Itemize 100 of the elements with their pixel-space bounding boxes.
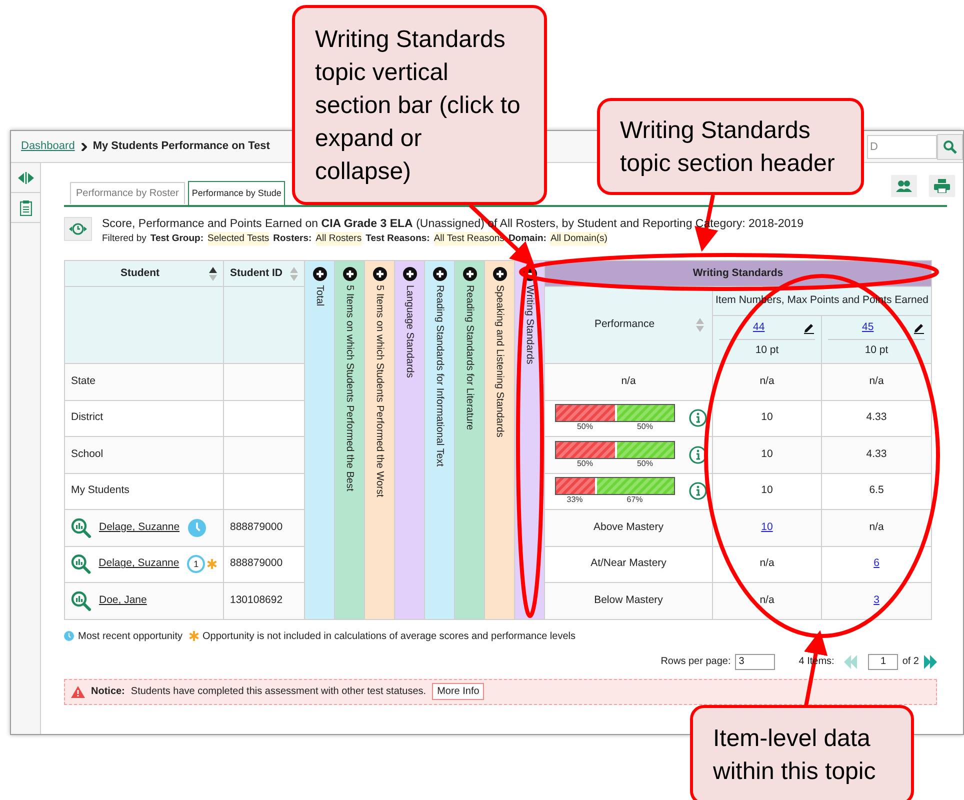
item-number-link[interactable]: 45 bbox=[862, 320, 874, 336]
expand-icon[interactable] bbox=[432, 267, 446, 281]
points-earned: n/a bbox=[869, 520, 884, 533]
search-icon bbox=[943, 140, 957, 154]
topic-column[interactable]: 5 Items on which Students Performed the Worst bbox=[364, 260, 394, 619]
clock-arrows-icon bbox=[69, 222, 87, 236]
topic-column[interactable]: Total bbox=[304, 260, 334, 619]
points-earned: 10 bbox=[761, 448, 773, 460]
asterisk-icon bbox=[207, 559, 217, 570]
points-earned: 10 bbox=[761, 484, 773, 496]
topic-label: 5 Items on which Students Performed the Best bbox=[343, 285, 356, 492]
filter-label: Rosters: bbox=[273, 232, 312, 246]
next-page-icon[interactable] bbox=[923, 654, 937, 668]
max-points: 10 pt bbox=[864, 343, 890, 358]
report-tab[interactable]: Performance by Stude bbox=[188, 181, 286, 205]
breadcrumb-current: My Students Performance on Test bbox=[92, 139, 270, 154]
more-info-button[interactable]: More Info bbox=[432, 683, 484, 700]
callout-text: Item-level data within this topic bbox=[713, 724, 877, 787]
percent-label: 33% bbox=[566, 495, 583, 506]
page-field[interactable]: 1 bbox=[868, 654, 898, 670]
filter-value: All Domain(s) bbox=[550, 232, 608, 246]
percent-label: 50% bbox=[636, 422, 653, 432]
expand-icon[interactable] bbox=[402, 267, 416, 281]
page-total: of 2 bbox=[902, 655, 919, 669]
filter-label: Test Group: bbox=[150, 232, 204, 246]
rows-per-page-field[interactable]: 3 bbox=[734, 654, 775, 670]
people-icon bbox=[896, 180, 912, 192]
callout-text: Writing Standards topic vertical section bar (click to expand or collapse) bbox=[315, 24, 522, 186]
student-link[interactable]: Delage, Suzanne bbox=[98, 556, 180, 572]
topic-label: Speaking and Listening Standards bbox=[493, 285, 506, 438]
performance-cell: Below Mastery bbox=[544, 582, 712, 619]
topic-label: Language Standards bbox=[403, 285, 416, 378]
notice-label: Notice: bbox=[91, 685, 125, 699]
percent-label: 67% bbox=[626, 495, 643, 506]
chevron-icon bbox=[80, 142, 87, 150]
column-header[interactable]: Student ID bbox=[224, 260, 304, 286]
sort-icon[interactable] bbox=[209, 266, 217, 280]
item-number-link[interactable]: 44 bbox=[753, 320, 765, 336]
expand-icon[interactable] bbox=[312, 267, 326, 281]
student-link[interactable]: Doe, Jane bbox=[99, 592, 147, 609]
row-label: State bbox=[64, 364, 224, 400]
asterisk-icon bbox=[188, 631, 198, 641]
percent-label: 50% bbox=[636, 458, 653, 469]
rows-per-page-label: Rows per page: bbox=[660, 655, 731, 669]
info-icon[interactable] bbox=[689, 482, 707, 500]
filter-value: All Test Reasons bbox=[434, 232, 504, 246]
points-earned: 4.33 bbox=[866, 411, 887, 424]
roster-button[interactable] bbox=[891, 175, 917, 197]
points-earned: n/a bbox=[760, 557, 774, 570]
clipboard-icon bbox=[20, 200, 32, 216]
topic-column[interactable]: Speaking and Listening Standards bbox=[484, 260, 514, 619]
expand-icon[interactable] bbox=[492, 267, 506, 281]
pencil-icon[interactable] bbox=[803, 322, 815, 334]
expand-icon[interactable] bbox=[372, 267, 386, 281]
row-label: School bbox=[64, 436, 224, 473]
expand-icon[interactable] bbox=[342, 267, 356, 281]
topic-column[interactable]: Reading Standards for Informational Text bbox=[424, 260, 454, 619]
topic-label: Total bbox=[313, 285, 326, 306]
topic-label: Reading Standards for Informational Text bbox=[433, 285, 446, 467]
pencil-icon[interactable] bbox=[913, 322, 926, 334]
points-earned: n/a bbox=[760, 594, 774, 606]
filter-prefix: Filtered by bbox=[102, 232, 146, 246]
breadcrumb-link[interactable]: Dashboard bbox=[21, 138, 75, 155]
warning-icon bbox=[71, 686, 85, 698]
magnifier-chart-icon[interactable] bbox=[71, 590, 91, 611]
points-link[interactable]: 3 bbox=[874, 594, 880, 606]
topic-column[interactable]: 5 Items on which Students Performed the Best bbox=[334, 260, 364, 619]
topic-label: Reading Standards for Literature bbox=[463, 285, 476, 430]
filter-value: Selected Tests bbox=[208, 232, 270, 246]
notice-text: Students have completed this assessment with other test statuses. bbox=[130, 685, 426, 699]
clock-icon bbox=[64, 631, 74, 641]
percent-label: 50% bbox=[576, 458, 593, 469]
legend-text: Opportunity is not included in calculations of average scores and performance levels bbox=[202, 630, 576, 644]
callout-text: Writing Standards topic section header bbox=[620, 116, 836, 178]
magnifier-chart-icon[interactable] bbox=[71, 554, 91, 574]
expand-icon[interactable] bbox=[462, 267, 476, 281]
report-tab[interactable]: Performance by Roster bbox=[70, 182, 185, 204]
topic-column[interactable]: Language Standards bbox=[394, 260, 424, 619]
points-earned: 4.33 bbox=[866, 448, 887, 460]
split-arrows-icon bbox=[18, 172, 34, 184]
filter-label: Test Reasons: bbox=[366, 232, 430, 246]
info-icon[interactable] bbox=[689, 409, 707, 428]
points-link[interactable]: 6 bbox=[874, 557, 880, 570]
filter-value: All Rosters bbox=[316, 232, 362, 246]
percent-label: 50% bbox=[576, 422, 593, 432]
search-button[interactable] bbox=[937, 134, 963, 160]
column-header[interactable]: Student bbox=[64, 260, 224, 286]
points-link[interactable]: 10 bbox=[761, 520, 773, 533]
magnifier-chart-icon[interactable] bbox=[71, 518, 91, 538]
topic-label: 5 Items on which Students Performed the Worst bbox=[373, 285, 386, 498]
legend-text: Most recent opportunity bbox=[78, 630, 182, 644]
topic-label: Writing Standards bbox=[523, 285, 536, 364]
search-field[interactable]: D bbox=[867, 134, 937, 158]
print-button[interactable] bbox=[929, 175, 955, 197]
filter-label: Domain: bbox=[508, 232, 546, 246]
topic-column[interactable]: Reading Standards for Literature bbox=[454, 260, 484, 619]
history-button[interactable] bbox=[64, 217, 92, 241]
column-header[interactable]: Performance bbox=[544, 286, 712, 364]
clock-icon bbox=[188, 518, 206, 537]
points-earned: 10 bbox=[761, 411, 773, 424]
